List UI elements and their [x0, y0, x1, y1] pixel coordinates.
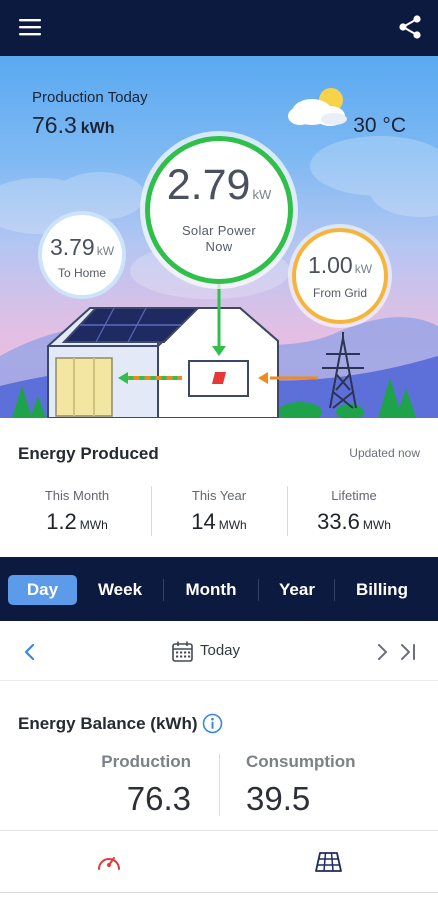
- stat-number: 1.2: [46, 509, 77, 534]
- balance-production: Production 76.3: [101, 752, 191, 818]
- energy-balance-title: Energy Balance (kWh): [18, 714, 198, 733]
- tab-billing[interactable]: Billing: [342, 575, 422, 605]
- to-home-value: 3.79 kW: [42, 234, 122, 261]
- tab-month[interactable]: Month: [170, 575, 252, 605]
- house: [47, 307, 279, 418]
- balance-production-value: 76.3: [126, 780, 191, 817]
- production-today-number: 76.3: [32, 112, 77, 138]
- tab-year[interactable]: Year: [266, 575, 328, 605]
- date-navigator: Today: [0, 621, 438, 681]
- period-tabs: Day Week Month Year Billing: [0, 557, 438, 621]
- solar-power-label: Solar Power Now: [150, 223, 288, 255]
- current-date-label[interactable]: Today: [200, 642, 240, 659]
- power-flow-panel: Production Today 76.3 kWh 30 °C 2.79 kW So…: [0, 56, 438, 418]
- from-grid-value: 1.00 kW: [296, 252, 384, 279]
- dashboard-gauge-icon[interactable]: [96, 850, 122, 874]
- balance-consumption-value: 39.5: [246, 780, 311, 817]
- from-grid-unit: kW: [354, 262, 373, 276]
- system-nav-edge: [0, 892, 438, 900]
- production-today-value: 76.3 kWh: [32, 112, 115, 139]
- chevron-left-icon[interactable]: [20, 642, 38, 662]
- temperature: 30 °C: [353, 114, 406, 137]
- energy-produced-section: Energy Produced Updated now This Month 1…: [0, 418, 438, 557]
- balance-consumption: Consumption 39.5: [246, 752, 356, 818]
- stat-number: 14: [191, 509, 216, 534]
- solar-power-value: 2.79 kW: [150, 161, 288, 210]
- top-app-bar: [0, 0, 438, 56]
- info-icon[interactable]: [202, 713, 223, 734]
- tab-divider: [334, 579, 335, 601]
- stat-unit: MWh: [79, 518, 108, 532]
- stat-unit: MWh: [362, 518, 391, 532]
- skip-to-latest-icon[interactable]: [398, 642, 418, 662]
- solar-power-number: 2.79: [166, 161, 251, 209]
- chevron-right-icon[interactable]: [374, 642, 390, 662]
- bottom-navigation: [0, 830, 438, 892]
- stat-value: 14 MWh: [146, 509, 292, 535]
- tab-divider: [258, 579, 259, 601]
- solar-power-label-line1: Solar Power: [181, 223, 257, 238]
- to-home-number: 3.79: [49, 234, 95, 260]
- balance-divider: [219, 754, 220, 816]
- balance-consumption-label: Consumption: [246, 752, 356, 771]
- share-icon[interactable]: [398, 14, 422, 40]
- tab-week[interactable]: Week: [84, 575, 156, 605]
- stat-label: Lifetime: [331, 488, 377, 503]
- stat-lifetime: Lifetime 33.6 MWh: [281, 488, 427, 535]
- stat-value: 33.6 MWh: [281, 509, 427, 535]
- tab-day[interactable]: Day: [8, 575, 77, 605]
- balance-production-label: Production: [101, 752, 191, 771]
- energy-produced-title: Energy Produced: [18, 444, 159, 463]
- stat-this-month: This Month 1.2 MWh: [4, 488, 150, 535]
- to-home-label: To Home: [57, 266, 107, 280]
- from-grid-number: 1.00: [307, 252, 353, 278]
- production-today-label: Production Today: [32, 89, 148, 106]
- stat-label: This Month: [44, 488, 110, 503]
- from-grid-bubble[interactable]: 1.00 kW From Grid: [292, 228, 388, 324]
- stat-label: This Year: [191, 488, 247, 503]
- hamburger-menu-icon[interactable]: [18, 16, 42, 38]
- stat-value: 1.2 MWh: [4, 509, 150, 535]
- updated-status: Updated now: [349, 446, 420, 460]
- partly-cloudy-icon: [288, 88, 347, 126]
- tab-divider: [163, 579, 164, 601]
- solar-power-bubble[interactable]: 2.79 kW Solar Power Now: [145, 136, 293, 284]
- solar-power-label-line2: Now: [205, 239, 233, 254]
- from-grid-label: From Grid: [313, 286, 367, 300]
- stat-number: 33.6: [317, 509, 360, 534]
- calendar-icon[interactable]: [171, 640, 194, 663]
- stat-this-year: This Year 14 MWh: [146, 488, 292, 535]
- solar-power-unit: kW: [252, 187, 272, 202]
- production-today-unit: kWh: [80, 120, 115, 137]
- stat-unit: MWh: [218, 518, 247, 532]
- to-home-bubble[interactable]: 3.79 kW To Home: [38, 211, 126, 299]
- to-home-unit: kW: [96, 244, 115, 258]
- energy-balance-section: Energy Balance (kWh) Production 76.3 Con…: [0, 682, 438, 830]
- solar-panel-layout-icon[interactable]: [315, 851, 342, 873]
